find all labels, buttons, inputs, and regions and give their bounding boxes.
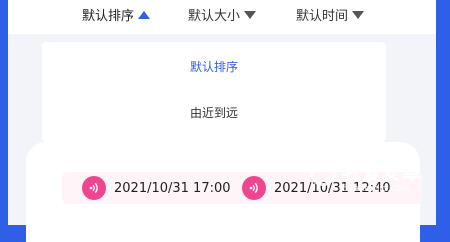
triangle-down-icon <box>352 11 365 19</box>
sort-default-order-button[interactable]: 默认排序 <box>82 7 151 27</box>
sort-bar: 默认排序 默认大小 默认时间 <box>8 0 436 34</box>
sort-default-size-button[interactable]: 默认大小 <box>188 7 257 27</box>
record-item[interactable]: 2021/10/31 17:00 <box>82 172 231 204</box>
record-time: 2021/10/31 17:00 <box>114 180 231 196</box>
audio-wave-icon[interactable] <box>82 176 106 200</box>
sort-default-size-label: 默认大小 <box>188 9 241 24</box>
sort-default-order-label: 默认排序 <box>82 9 135 24</box>
triangle-down-icon <box>244 11 257 19</box>
sort-default-time-button[interactable]: 默认时间 <box>296 7 365 27</box>
menu-item-default-order[interactable]: 默认排序 <box>42 58 386 76</box>
triangle-up-icon <box>138 11 151 19</box>
menu-item-near-to-far[interactable]: 由近到远 <box>42 104 386 122</box>
sort-default-time-label: 默认时间 <box>296 9 349 24</box>
sort-dropdown-menu: 默认排序 由近到远 <box>42 42 386 142</box>
watermark: 我爱安卓 52android.com <box>300 152 446 212</box>
watermark-logo-icon <box>310 160 336 186</box>
watermark-title: 我爱安卓 <box>342 162 423 184</box>
watermark-url: 52android.com <box>342 184 410 194</box>
audio-wave-icon[interactable] <box>242 176 266 200</box>
